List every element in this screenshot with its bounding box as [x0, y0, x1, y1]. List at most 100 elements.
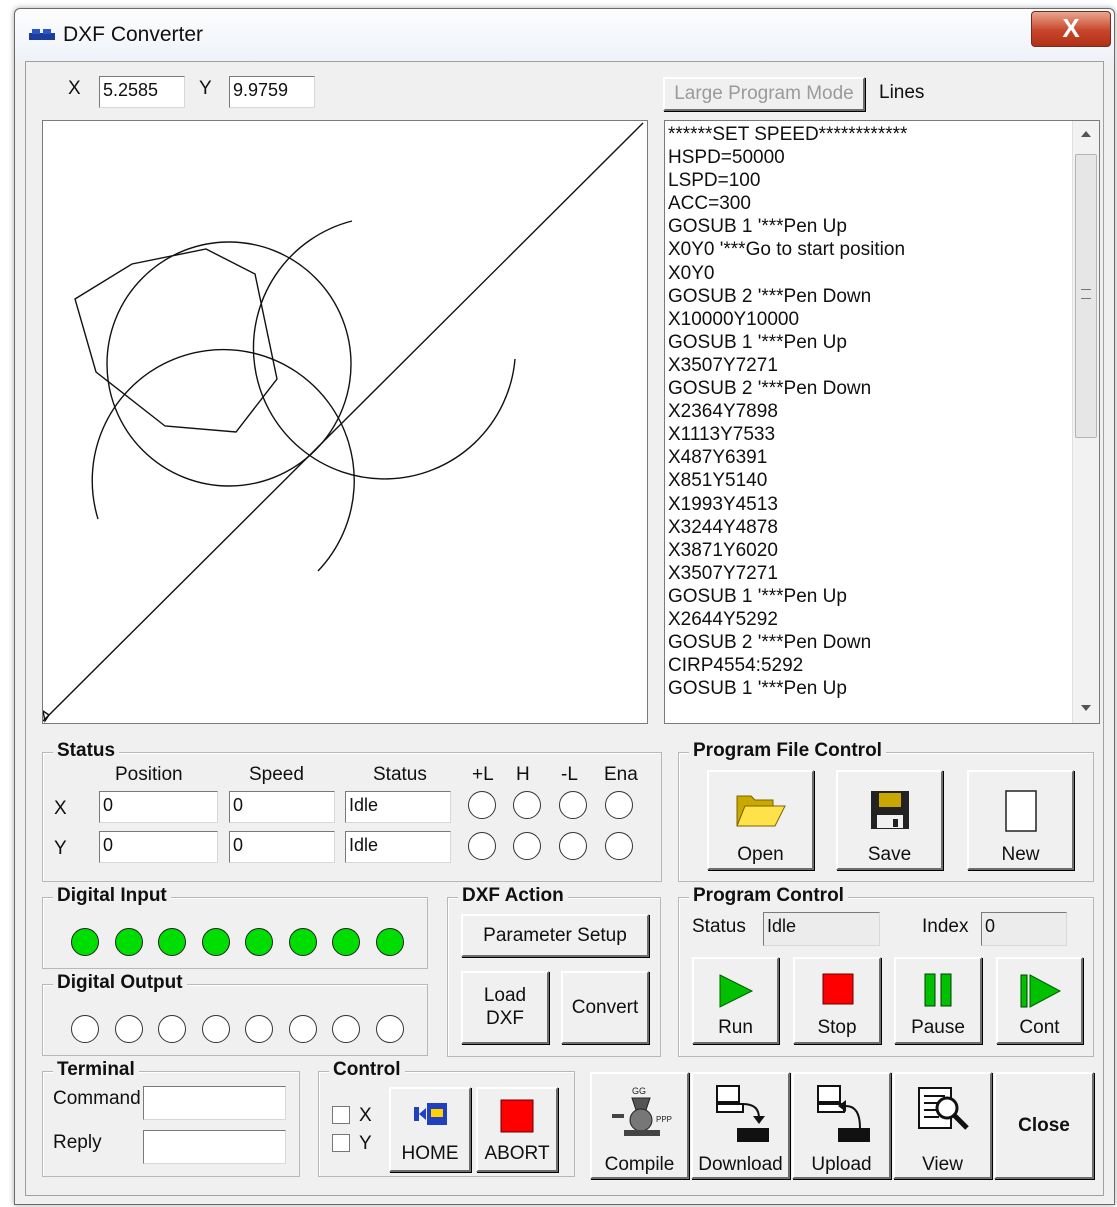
digital-output-group: Digital Output: [42, 972, 428, 1056]
compile-button[interactable]: GG PPP Compile: [590, 1072, 689, 1179]
dxf-action-title: DXF Action: [458, 885, 568, 907]
home-label: HOME: [401, 1143, 459, 1164]
dxf-preview-canvas[interactable]: [41, 120, 648, 724]
scroll-up-icon[interactable]: [1081, 131, 1091, 137]
diagonal-line: [42, 122, 644, 722]
program-index-label: Index: [922, 916, 969, 937]
lines-label: Lines: [879, 82, 925, 103]
upload-icon: [817, 1085, 870, 1142]
x-axis-checkbox[interactable]: [332, 1106, 350, 1124]
large-program-mode-button[interactable]: Large Program Mode: [663, 77, 865, 111]
y-status-field[interactable]: Idle: [345, 831, 451, 863]
digital-output-led-6[interactable]: [288, 1015, 317, 1043]
coord-y-field[interactable]: 9.9759: [229, 76, 315, 108]
load-dxf-button[interactable]: Load DXF: [461, 971, 549, 1044]
open-button[interactable]: Open: [707, 770, 814, 870]
scroll-down-icon[interactable]: [1081, 705, 1091, 711]
status-col-plus-l: +L: [472, 764, 494, 785]
digital-output-led-7[interactable]: [332, 1015, 360, 1043]
code-line[interactable]: CIRP4554:5292: [668, 654, 907, 677]
download-label: Download: [698, 1154, 783, 1175]
code-line[interactable]: X0Y0: [668, 262, 907, 285]
digital-input-title: Digital Input: [53, 885, 171, 907]
code-line[interactable]: X487Y6391: [668, 446, 907, 469]
command-input[interactable]: [143, 1086, 286, 1120]
code-line[interactable]: LSPD=100: [668, 169, 907, 192]
status-col-minus-l: -L: [561, 764, 578, 785]
y-speed-field[interactable]: 0: [229, 831, 335, 863]
digital-output-led-8[interactable]: [375, 1015, 404, 1043]
view-document-icon: [918, 1087, 969, 1130]
code-line[interactable]: X2364Y7898: [668, 400, 907, 423]
code-line[interactable]: GOSUB 1 '***Pen Up: [668, 585, 907, 608]
code-line[interactable]: X1113Y7533: [668, 423, 907, 446]
window-close-button[interactable]: X: [1031, 11, 1111, 47]
x-status-field[interactable]: Idle: [345, 791, 451, 823]
code-line[interactable]: HSPD=50000: [668, 146, 907, 169]
control-title: Control: [329, 1059, 405, 1081]
code-line[interactable]: X3507Y7271: [668, 354, 907, 377]
command-label: Command: [53, 1088, 141, 1109]
code-scrollbar[interactable]: [1072, 121, 1099, 723]
digital-output-led-2[interactable]: [114, 1015, 143, 1043]
program-status-label: Status: [692, 916, 746, 937]
digital-input-led-7: [332, 928, 360, 956]
status-col-speed: Speed: [249, 764, 304, 785]
code-line[interactable]: GOSUB 2 '***Pen Down: [668, 377, 907, 400]
digital-output-led-1[interactable]: [71, 1015, 99, 1043]
compile-label: Compile: [604, 1154, 675, 1175]
code-line[interactable]: GOSUB 1 '***Pen Up: [668, 215, 907, 238]
continue-icon: [1020, 974, 1062, 1008]
convert-button[interactable]: Convert: [561, 971, 649, 1044]
pause-button[interactable]: Pause: [894, 957, 982, 1044]
digital-input-group: Digital Input: [42, 885, 428, 969]
code-line[interactable]: X851Y5140: [668, 469, 907, 492]
program-code-list[interactable]: ******SET SPEED************ HSPD=50000 LSP…: [664, 120, 1100, 724]
code-line[interactable]: GOSUB 2 '***Pen Down: [668, 285, 907, 308]
code-line[interactable]: ACC=300: [668, 192, 907, 215]
stop-icon: [822, 973, 854, 1005]
code-line[interactable]: X0Y0 '***Go to start position: [668, 238, 907, 261]
download-button[interactable]: Download: [691, 1072, 790, 1179]
continue-button[interactable]: Cont: [996, 957, 1083, 1044]
svg-text:GG: GG: [632, 1086, 646, 1096]
y-axis-checkbox-label: Y: [359, 1133, 372, 1154]
status-col-h: H: [516, 764, 530, 785]
digital-output-led-5[interactable]: [245, 1015, 273, 1043]
new-button[interactable]: New: [967, 770, 1074, 870]
run-label: Run: [718, 1017, 753, 1038]
code-line[interactable]: GOSUB 1 '***Pen Up: [668, 331, 907, 354]
close-button[interactable]: Close: [994, 1072, 1094, 1179]
stop-button[interactable]: Stop: [793, 957, 881, 1044]
status-col-ena: Ena: [604, 764, 638, 785]
code-line[interactable]: X10000Y10000: [668, 308, 907, 331]
y-axis-checkbox[interactable]: [332, 1134, 350, 1152]
code-line[interactable]: GOSUB 1 '***Pen Up: [668, 677, 907, 700]
load-dxf-label-line1: Load: [483, 985, 527, 1006]
home-button[interactable]: HOME: [389, 1087, 471, 1172]
code-line[interactable]: GOSUB 2 '***Pen Down: [668, 631, 907, 654]
digital-input-led-8: [375, 928, 404, 956]
code-line[interactable]: X2644Y5292: [668, 608, 907, 631]
y-position-field[interactable]: 0: [99, 831, 218, 863]
coord-x-field[interactable]: 5.2585: [99, 76, 185, 108]
code-line[interactable]: X1993Y4513: [668, 493, 907, 516]
code-line[interactable]: X3871Y6020: [668, 539, 907, 562]
x-speed-field[interactable]: 0: [229, 791, 335, 823]
upload-button[interactable]: Upload: [792, 1072, 891, 1179]
abort-button[interactable]: ABORT: [476, 1087, 558, 1172]
x-home-indicator: [513, 791, 541, 819]
run-button[interactable]: Run: [692, 957, 779, 1044]
save-button[interactable]: Save: [836, 770, 943, 870]
abort-label: ABORT: [484, 1143, 550, 1164]
code-line[interactable]: ******SET SPEED************: [668, 123, 907, 146]
x-position-field[interactable]: 0: [99, 791, 218, 823]
program-index-field: 0: [981, 912, 1067, 946]
new-label: New: [1001, 844, 1040, 865]
code-line[interactable]: X3244Y4878: [668, 516, 907, 539]
view-button[interactable]: View: [893, 1072, 992, 1179]
parameter-setup-button[interactable]: Parameter Setup: [461, 914, 649, 957]
digital-output-led-3[interactable]: [158, 1015, 186, 1043]
code-line[interactable]: X3507Y7271: [668, 562, 907, 585]
digital-output-led-4[interactable]: [201, 1015, 230, 1043]
